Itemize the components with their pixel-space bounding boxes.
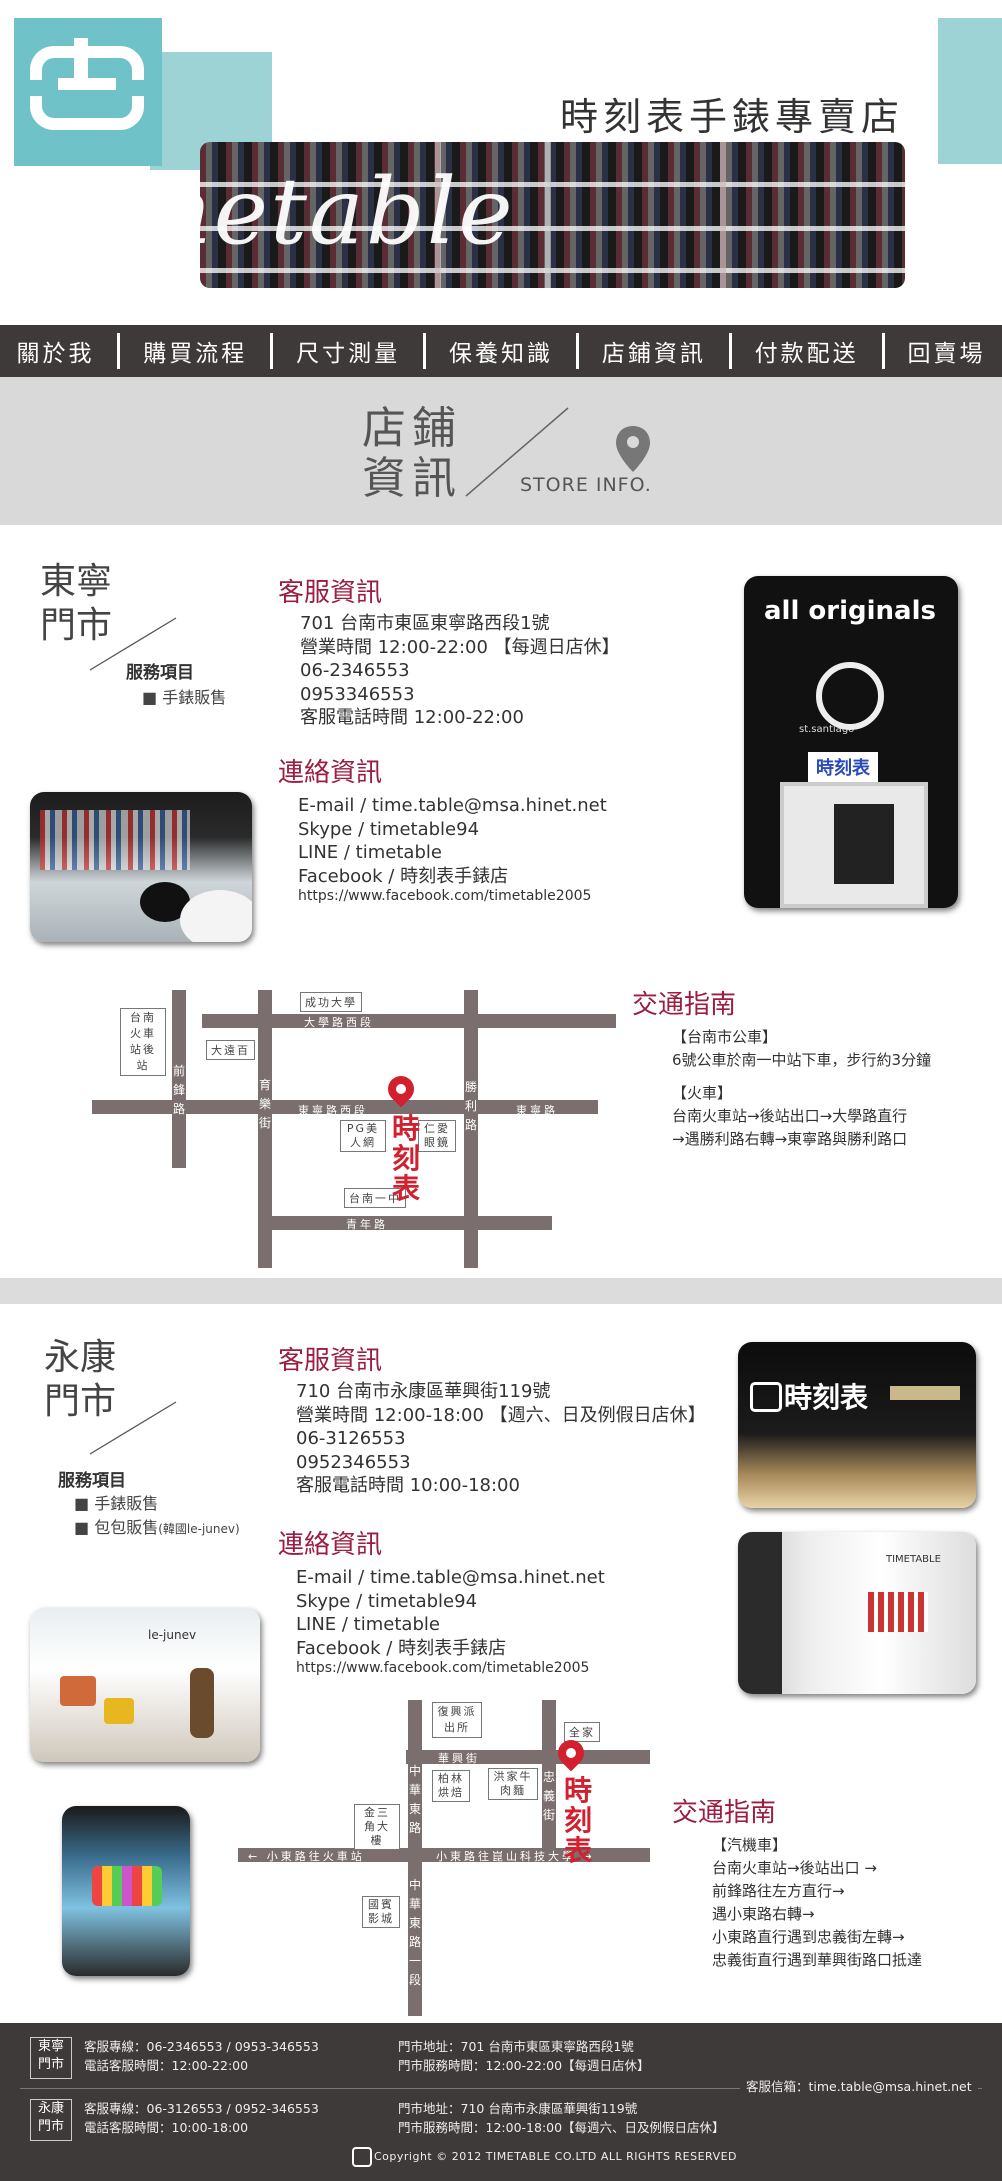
- shop-name: 時刻表手錶專賣店: [560, 95, 905, 139]
- footer-store1-tag: 東寧 門市: [30, 2037, 72, 2079]
- footer-store1-contact: 客服專線：06-2346553 / 0953-346553 電話客服時間：12:0…: [84, 2039, 319, 2073]
- store2-cs-info: 710 台南市永康區華興街119號 營業時間 12:00-18:00 【週六、日…: [296, 1381, 706, 1496]
- location-pin-icon: [616, 426, 650, 472]
- nav-payment-delivery[interactable]: 付款配送: [745, 334, 869, 368]
- store1-cs-heading: 客服資訊: [278, 578, 383, 608]
- nav-care[interactable]: 保養知識: [439, 334, 563, 368]
- footer-store1-address: 門市地址：701 台南市東區東寧路西段1號 門市服務時間：12:00-22:00【…: [398, 2039, 650, 2073]
- store2-cs-heading: 客服資訊: [278, 1346, 383, 1376]
- nav-separator: [881, 333, 885, 369]
- footer-store2-tag: 永康 門市: [30, 2099, 72, 2141]
- store1-facebook-link[interactable]: https://www.facebook.com/timetable2005: [298, 888, 591, 904]
- store1-service-heading: 服務項目: [126, 663, 194, 683]
- nav-separator: [270, 333, 274, 369]
- main-nav: 關於我 購買流程 尺寸測量 保養知識 店鋪資訊 付款配送 回賣場: [0, 325, 1002, 377]
- nav-about[interactable]: 關於我: [6, 334, 104, 368]
- store2-bag-shop-photo: le-junev: [30, 1608, 260, 1762]
- nav-back-to-store[interactable]: 回賣場: [898, 334, 996, 368]
- store1-contact-heading: 連絡資訊: [278, 758, 383, 788]
- store2-service-items: ■ 手錶販售 ■ 包包販售(韓國le-junev): [74, 1494, 240, 1537]
- store-divider-bar: [0, 1278, 1002, 1304]
- nav-purchase-process[interactable]: 購買流程: [133, 334, 257, 368]
- nav-separator: [423, 333, 427, 369]
- store2-service-heading: 服務項目: [58, 1471, 126, 1491]
- store2-storefront-night-photo: 時刻表: [738, 1342, 976, 1508]
- store1-storefront-photo: all originals st.santiago 時刻表: [744, 576, 958, 908]
- nav-separator: [575, 333, 579, 369]
- store1-map: 成功大學 大學路西段 台南火車站後站 大遠百 前鋒路 育樂街 東寧路西段 PG美…: [92, 990, 616, 1268]
- store1-contact-info: E-mail / time.table@msa.hinet.net Skype …: [298, 795, 607, 887]
- store2-contact-info: E-mail / time.table@msa.hinet.net Skype …: [296, 1567, 605, 1659]
- footer-email[interactable]: 客服信箱：time.table@msa.hinet.net: [740, 2077, 978, 2096]
- store2-display-window-photo: [62, 1806, 190, 1976]
- store1-service-item: ■ 手錶販售: [142, 688, 227, 707]
- store1-interior-photo: [30, 792, 252, 942]
- section-subtitle: STORE INFO.: [520, 474, 652, 496]
- store1-traffic-heading: 交通指南: [632, 990, 737, 1020]
- store2-contact-heading: 連絡資訊: [278, 1530, 383, 1560]
- footer-store2-address: 門市地址：710 台南市永康區華興街119號 門市服務時間：12:00-18:00…: [398, 2101, 725, 2135]
- nav-size-measure[interactable]: 尺寸測量: [286, 334, 410, 368]
- store2-traffic-info: 【汽機車】 台南火車站→後站出口 → 前鋒路往左方直行→ 遇小東路右轉→ 小東路…: [712, 1836, 923, 1969]
- store2-facebook-link[interactable]: https://www.facebook.com/timetable2005: [296, 1660, 589, 1676]
- nav-separator: [117, 333, 121, 369]
- footer-logo-icon: [352, 2147, 372, 2167]
- store1-cs-info: 701 台南市東區東寧路西段1號 營業時間 12:00-22:00 【每週日店休…: [300, 613, 620, 728]
- section-title: 店鋪 資訊: [362, 403, 462, 504]
- timetable-script-logo: timetable: [54, 158, 515, 265]
- footer-store2-contact: 客服專線：06-3126553 / 0952-346553 電話客服時間：10:0…: [84, 2101, 319, 2135]
- teal-decoration-right: [938, 18, 1002, 164]
- store2-storefront-day-photo: TIMETABLE: [738, 1532, 976, 1694]
- store2-divider: [89, 1401, 177, 1455]
- store2-traffic-heading: 交通指南: [672, 1798, 777, 1828]
- clock-logo-icon: [28, 38, 146, 130]
- nav-store-info[interactable]: 店鋪資訊: [592, 334, 716, 368]
- store1-traffic-info: 【台南市公車】 6號公車於南一中站下車，步行約3分鐘 【火車】 台南火車站→後站…: [672, 1028, 932, 1148]
- page-footer: 東寧 門市 客服專線：06-2346553 / 0953-346553 電話客服時間…: [0, 2023, 1002, 2181]
- copyright: Copyright © 2012 TIMETABLE CO.LTD ALL RI…: [374, 2150, 738, 2163]
- nav-separator: [728, 333, 732, 369]
- store2-map: 復興派出所 華興街 全家 中華東路 柏林烘焙 洪家牛肉麵 忠義街 金三角大樓 ←…: [238, 1700, 650, 2016]
